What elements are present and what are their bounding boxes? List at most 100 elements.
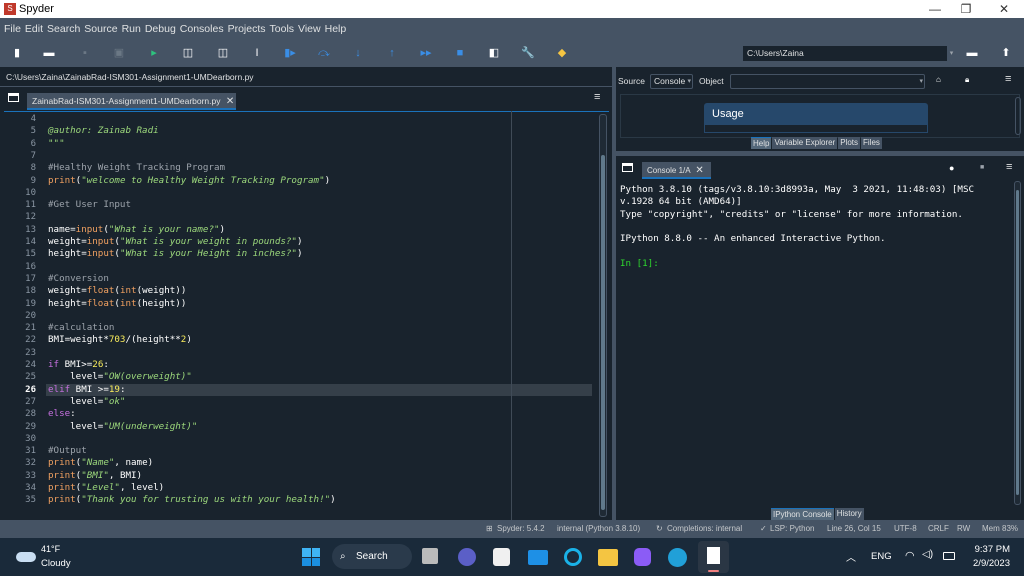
code-line[interactable]: level="ok" — [48, 396, 125, 408]
editor-options-menu-icon[interactable]: ≡ — [594, 91, 600, 103]
clock-time[interactable]: 9:37 PM — [970, 544, 1010, 555]
clock-date[interactable]: 2/9/2023 — [968, 558, 1010, 569]
ipython-console[interactable]: Python 3.8.10 (tags/v3.8.10:3d8993a, May… — [616, 180, 1016, 505]
code-line[interactable]: BMI=weight*703/(height**2) — [48, 334, 192, 346]
copilot-icon[interactable] — [634, 548, 651, 566]
code-line[interactable]: #Get User Input — [48, 199, 131, 211]
working-directory-input[interactable]: C:\Users\Zaina — [743, 46, 946, 61]
task-view-icon[interactable] — [422, 548, 438, 564]
volume-icon[interactable]: ◁) — [922, 549, 933, 560]
menu-run[interactable]: Run — [122, 23, 141, 35]
edge-browser-icon[interactable] — [668, 548, 687, 567]
input-language[interactable]: ENG — [871, 551, 892, 562]
code-editor[interactable]: 4 5 6 7 8 9 10 11 12 13 14 15 16 17 18 19 20 21 22 23 24 25 26… — [4, 111, 609, 521]
mail-icon[interactable] — [528, 550, 548, 565]
step-return-icon[interactable]: ↑ — [383, 44, 401, 62]
menu-debug[interactable]: Debug — [145, 23, 176, 35]
code-line[interactable]: print("Name", name) — [48, 457, 153, 469]
source-select[interactable]: Console ▾ — [650, 74, 693, 89]
folder-open-icon[interactable]: ▬ — [963, 44, 981, 62]
tab-ipython-console[interactable]: IPython Console — [771, 508, 834, 520]
save-all-icon[interactable]: ▣ — [110, 44, 128, 62]
editor-scrollbar-thumb[interactable] — [601, 155, 605, 510]
run-cell-advance-icon[interactable]: ◫ — [214, 44, 232, 62]
spyder-taskbar-button[interactable] — [698, 541, 729, 573]
status-completions[interactable]: Completions: internal — [667, 520, 742, 538]
code-line[interactable]: #Healthy Weight Tracking Program — [48, 162, 225, 174]
open-folder-icon[interactable]: ▬ — [40, 44, 58, 62]
teams-chat-icon[interactable] — [458, 548, 476, 566]
run-cell-icon[interactable]: ◫ — [179, 44, 197, 62]
tab-history[interactable]: History — [834, 508, 864, 520]
arrow-up-icon[interactable]: ⬆ — [997, 44, 1015, 62]
console-scrollbar[interactable] — [1014, 181, 1021, 505]
menu-edit[interactable]: Edit — [25, 23, 43, 35]
tab-files[interactable]: Files — [861, 137, 882, 149]
home-icon[interactable]: ⌂ — [936, 75, 941, 84]
step-over-icon[interactable]: ⤼ — [315, 44, 333, 62]
menu-search[interactable]: Search — [47, 23, 80, 35]
menu-source[interactable]: Source — [84, 23, 117, 35]
working-directory-dropdown[interactable]: ▾ — [946, 46, 956, 61]
windows-start-icon[interactable] — [302, 548, 320, 566]
code-line[interactable]: print("Thank you for trusting us with yo… — [48, 494, 336, 506]
status-interpreter[interactable]: internal (Python 3.8.10) — [557, 520, 640, 538]
code-line[interactable]: print("welcome to Healthy Weight Trackin… — [48, 175, 330, 187]
menu-help[interactable]: Help — [325, 23, 347, 35]
code-line[interactable]: else: — [48, 408, 76, 420]
tab-help[interactable]: Help — [751, 137, 772, 149]
lock-icon[interactable]: 🔒︎ — [965, 75, 969, 85]
code-line[interactable]: #calculation — [48, 322, 114, 334]
weather-description[interactable]: Cloudy — [41, 558, 71, 569]
code-line[interactable]: height=float(int(height)) — [48, 298, 186, 310]
code-line[interactable]: level="UM(underweight)" — [48, 421, 197, 433]
new-file-icon[interactable]: ▮ — [8, 44, 26, 62]
code-line[interactable]: #Conversion — [48, 273, 109, 285]
code-line[interactable]: #Output — [48, 445, 87, 457]
tab-plots[interactable]: Plots — [838, 137, 861, 149]
preferences-icon[interactable]: 🔧 — [519, 44, 537, 62]
battery-icon[interactable] — [943, 552, 955, 560]
weather-temperature[interactable]: 41°F — [41, 544, 60, 554]
save-icon[interactable]: ▪ — [76, 44, 94, 62]
stop-kernel-icon[interactable]: ■ — [980, 164, 984, 171]
help-scrollbar[interactable] — [1015, 97, 1021, 135]
code-line[interactable]: name=input("What is your name?") — [48, 224, 225, 236]
menu-file[interactable]: File — [4, 23, 21, 35]
code-line[interactable]: height=input("What is your Height in inc… — [48, 248, 303, 260]
status-lsp[interactable]: LSP: Python — [770, 520, 814, 538]
console-options-menu-icon[interactable]: ≡ — [1006, 161, 1012, 173]
code-line[interactable]: """ — [48, 138, 65, 150]
close-tab-icon[interactable]: ✕ — [226, 96, 234, 107]
code-line[interactable]: print("BMI", BMI) — [48, 470, 142, 482]
maximize-pane-icon[interactable]: ◧ — [485, 44, 503, 62]
stop-icon[interactable]: ■ — [451, 44, 469, 62]
file-explorer-icon[interactable] — [598, 549, 618, 566]
browse-tabs-icon[interactable] — [8, 93, 19, 102]
step-into-icon[interactable]: ↓ — [349, 44, 367, 62]
menu-view[interactable]: View — [298, 23, 321, 35]
code-line[interactable]: print("Level", level) — [48, 482, 164, 494]
show-hidden-icons-icon[interactable]: ︿ — [846, 549, 856, 564]
continue-icon[interactable]: ▸▸ — [417, 44, 435, 62]
console-prompt[interactable]: In [1]: — [620, 258, 659, 270]
code-line[interactable]: if BMI>=26: — [48, 359, 109, 371]
run-selection-icon[interactable]: I — [248, 44, 266, 62]
code-area[interactable]: @author: Zainab Radi """ #Healthy Weight T… — [46, 112, 606, 521]
help-options-menu-icon[interactable]: ≡ — [1005, 73, 1011, 85]
run-icon[interactable]: ▸ — [145, 44, 163, 62]
horizontal-splitter[interactable] — [616, 151, 1024, 156]
interrupt-kernel-icon[interactable]: ● — [949, 163, 954, 173]
menu-tools[interactable]: Tools — [270, 23, 295, 35]
tab-variable-explorer[interactable]: Variable Explorer — [772, 137, 838, 149]
wifi-icon[interactable]: ◠ — [905, 549, 915, 562]
console-scrollbar-thumb[interactable] — [1016, 190, 1019, 495]
code-line[interactable]: elif BMI >=19: — [48, 384, 126, 396]
code-line[interactable]: weight=float(int(weight)) — [48, 285, 186, 297]
cortana-icon[interactable] — [564, 548, 582, 566]
python-path-icon[interactable]: ◆ — [553, 44, 571, 62]
microsoft-store-icon[interactable] — [493, 548, 510, 566]
maximize-button[interactable]: ❐ — [946, 0, 986, 18]
browse-consoles-icon[interactable] — [622, 163, 633, 172]
code-line[interactable]: weight=input("What is your weight in pou… — [48, 236, 303, 248]
